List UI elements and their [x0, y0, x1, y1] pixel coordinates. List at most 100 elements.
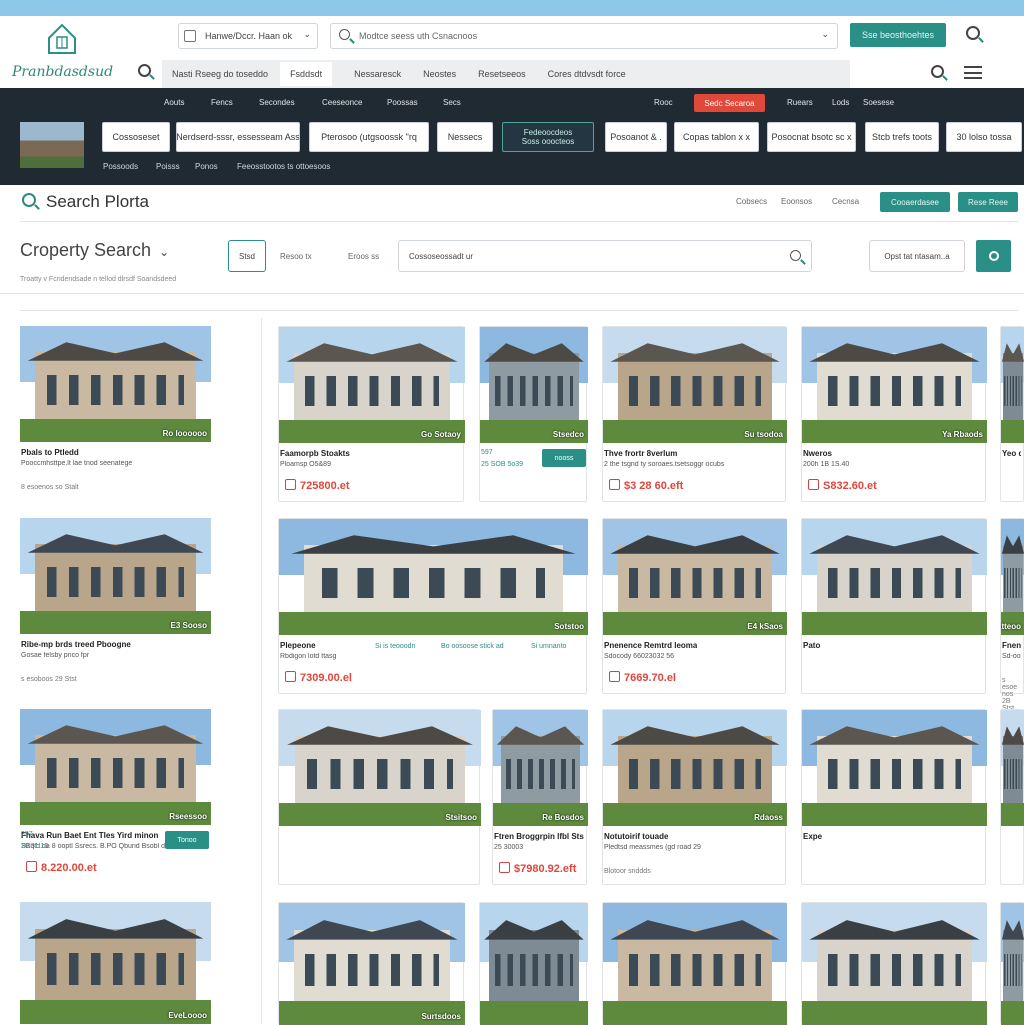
listing-title[interactable]: Pato	[803, 641, 820, 650]
listing-photo[interactable]: Ro loooooo	[20, 326, 211, 442]
listing-photo[interactable]	[1001, 327, 1024, 443]
chevron-down-icon[interactable]: ⌄	[159, 245, 169, 259]
brand-wordmark[interactable]: Pranbdasdsud	[12, 64, 113, 80]
sub-nav-link[interactable]: Feeosstootos ts ottoesoos	[237, 162, 330, 171]
listing-photo[interactable]	[802, 519, 987, 635]
listing-photo[interactable]: Rdaoss	[603, 710, 787, 826]
listing-action-button[interactable]: Tonoo	[165, 831, 209, 849]
location-select[interactable]: Hanwe/Dccr. Haan ok ⌄	[178, 23, 318, 49]
search-icon[interactable]	[931, 65, 944, 78]
listing-photo[interactable]	[480, 903, 588, 1025]
listing-card[interactable]	[602, 902, 787, 1025]
listing-photo[interactable]: Su tsodoa	[603, 327, 787, 443]
listing-photo[interactable]	[1001, 710, 1024, 826]
listing-photo[interactable]: E4 kSaos	[603, 519, 787, 635]
property-thumbnail[interactable]	[20, 122, 84, 168]
filter-chip[interactable]: Pterosoo (utgsoossk "rq	[309, 122, 429, 152]
tab-4[interactable]: Resetseeos	[478, 69, 526, 79]
listing-title[interactable]: Ribe-mp brds treed Pboogne	[21, 640, 131, 649]
listing-card[interactable]	[801, 902, 987, 1025]
listing-card[interactable]: E4 kSaos Pnenence Remtrd leoma Sdocody 660…	[602, 518, 787, 694]
listing-card[interactable]: Go Sotaoy Faamorpb Stoakts Ploamsp O5&89 72…	[278, 326, 465, 502]
listing-card[interactable]: Rdaoss Notutoirif touade Pledtsd meassmes …	[602, 709, 787, 885]
listing-title[interactable]: Thve frortr 8verlum	[604, 449, 677, 458]
filter-chip[interactable]: Posoanot & .	[605, 122, 667, 152]
listing-photo[interactable]	[802, 903, 987, 1025]
dark-nav-link[interactable]: Fencs	[211, 98, 233, 107]
search-header-link[interactable]: Eoonsos	[781, 197, 812, 206]
listing-photo[interactable]: Re Bosdos	[493, 710, 588, 826]
listing-photo[interactable]	[802, 710, 987, 826]
view-toggle[interactable]: Stsd	[228, 240, 266, 272]
filter-chip[interactable]: 30 lolso tossa	[946, 122, 1022, 152]
tab-3[interactable]: Neostes	[423, 69, 456, 79]
dark-nav-right-link[interactable]: Rooc	[654, 98, 673, 107]
listing-card[interactable]	[1000, 709, 1024, 885]
red-action-button[interactable]: Sedc Secaroa	[694, 94, 765, 112]
property-search-input[interactable]: Cossoseossadt ur	[398, 240, 812, 272]
filter-link-2[interactable]: Eroos ss	[348, 252, 379, 261]
listing-photo[interactable]: Sotstoo	[279, 519, 588, 635]
sub-nav-link[interactable]: Ponos	[195, 162, 218, 171]
filter-select[interactable]: Opst tat ntasam..a	[869, 240, 965, 272]
tab-5[interactable]: Cores dtdvsdt force	[548, 69, 626, 79]
listing-card[interactable]: Ya Rbaods Nweros 200h 1B 1S.40 S832.60.et	[801, 326, 987, 502]
user-pin-button[interactable]	[976, 240, 1011, 272]
listing-title[interactable]: Faamorpb Stoakts	[280, 449, 350, 458]
dark-nav-link[interactable]: Secs	[443, 98, 461, 107]
filter-chip[interactable]: Copas tablon x x	[674, 122, 759, 152]
filter-chip[interactable]: Cossoseset	[102, 122, 170, 152]
listing-photo[interactable]: Go Sotaoy	[279, 327, 465, 443]
sub-nav-link[interactable]: Possoods	[103, 162, 138, 171]
tab-0[interactable]: Nasti Rseeg do toseddo	[172, 69, 268, 79]
listing-title[interactable]: Fhava Run Baet Ent Tles Yird minon	[21, 831, 158, 840]
hamburger-menu-icon[interactable]	[964, 66, 982, 79]
listing-card[interactable]: Su tsodoa Thve frortr 8verlum 2 the tsgnd …	[602, 326, 787, 502]
filter-link-1[interactable]: Resoo tx	[280, 252, 312, 261]
listing-card[interactable]	[479, 902, 588, 1025]
listing-card[interactable]: EveLoooo	[20, 902, 211, 1024]
search-icon[interactable]	[138, 64, 151, 77]
listing-card[interactable]: Ro loooooo Pbals to Ptledd Pooccmhsttpe.lt…	[20, 326, 211, 502]
filter-chip[interactable]: Nessecs	[437, 122, 493, 152]
secondary-action-button[interactable]: Cooaerdasee	[880, 192, 950, 212]
listing-card[interactable]	[1000, 902, 1024, 1025]
listing-card[interactable]: Sotstoo Plepeone Rbdigon lotd ttasg 7309.00…	[278, 518, 588, 694]
house-logo-icon[interactable]	[46, 22, 78, 56]
listing-card[interactable]: Rseessoo Fhava Run Baet Ent Tles Yird min…	[20, 709, 211, 885]
dark-nav-right-link[interactable]: Lods	[832, 98, 849, 107]
dark-nav-link[interactable]: Aouts	[164, 98, 184, 107]
listing-title[interactable]: Notutoirif touade	[604, 832, 668, 841]
search-header-link[interactable]: Cecnsa	[832, 197, 859, 206]
listing-card[interactable]: Expe	[801, 709, 987, 885]
dark-nav-right-link[interactable]: Ruears	[787, 98, 813, 107]
reset-button[interactable]: Rese Reee	[958, 192, 1018, 212]
listing-photo[interactable]: Stsedco	[480, 327, 588, 443]
listing-action-button[interactable]: nooss	[542, 449, 586, 467]
listing-photo[interactable]	[603, 903, 787, 1025]
listing-photo[interactable]: EveLoooo	[20, 902, 211, 1024]
search-header-link[interactable]: Cobsecs	[736, 197, 767, 206]
listing-title[interactable]: Fnen Grinlabee	[1002, 641, 1021, 650]
listing-photo[interactable]: Ctatteoo	[1001, 519, 1024, 635]
dark-nav-link[interactable]: Ceeseonce	[322, 98, 362, 107]
listing-title[interactable]: Ftren Broggrpin lfbl Stseone	[494, 832, 584, 841]
dark-nav-link[interactable]: Secondes	[259, 98, 295, 107]
listing-title[interactable]: Nweros	[803, 449, 832, 458]
listing-card[interactable]: E3 Sooso Ribe-mp brds treed Pboogne Gosae …	[20, 518, 211, 694]
listing-title[interactable]: Pnenence Remtrd leoma	[604, 641, 697, 650]
filter-chip[interactable]: Stcb trefs toots	[865, 122, 939, 152]
listing-card[interactable]: Stsitsoo	[278, 709, 481, 885]
listing-photo[interactable]: Ya Rbaods	[802, 327, 987, 443]
tab-2[interactable]: Nessaresck	[354, 69, 401, 79]
dark-nav-right-link[interactable]: Soesese	[863, 98, 894, 107]
listing-card[interactable]: Yeo d	[1000, 326, 1024, 502]
listing-title[interactable]: Yeo d	[1002, 449, 1021, 458]
tab-1[interactable]: Fsddsdt	[280, 62, 333, 86]
listing-title[interactable]: Pbals to Ptledd	[21, 448, 79, 457]
dark-nav-link[interactable]: Poossas	[387, 98, 418, 107]
listing-photo[interactable]: Rseessoo	[20, 709, 211, 825]
listing-card[interactable]: Surtsdoos	[278, 902, 465, 1025]
filter-chip[interactable]: Posocnat bsotc sc x	[767, 122, 856, 152]
filter-chip[interactable]: Nerdserd-sssr, essesseam Ass	[176, 122, 300, 152]
